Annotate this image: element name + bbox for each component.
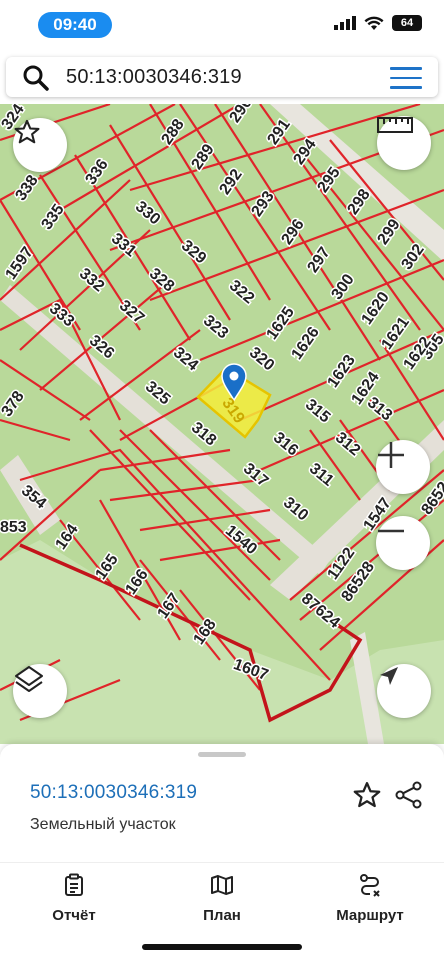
star-icon [14,119,40,144]
cadastral-map[interactable]: 324 338 336 335 1597 288 290 291 289 294 292 295 330… [0,104,444,744]
status-time: 09:40 [38,12,112,38]
minus-icon [378,529,404,533]
card-subtitle: Земельный участок [30,816,176,833]
search-input[interactable]: 50:13:0030346:319 [66,66,242,89]
battery-icon: 64 [392,15,422,31]
star-icon[interactable] [352,780,382,810]
share-icon[interactable] [394,780,424,810]
status-icons: 64 [334,15,422,31]
tab-label: План [203,907,241,924]
navigation-arrow-icon [380,667,398,685]
tab-route[interactable]: Маршрут [330,873,410,924]
report-icon [65,873,83,896]
map-canvas[interactable]: 3243383363351597288290291289 294292 295330… [0,104,444,744]
zoom-out-button[interactable] [376,516,430,570]
layers-icon [15,666,43,692]
plus-icon [378,442,404,468]
tab-plan[interactable]: План [192,873,252,924]
layers-button[interactable] [13,664,67,718]
tab-report[interactable]: Отчёт [44,873,104,924]
signal-icon [334,16,356,30]
search-bar[interactable]: 50:13:0030346:319 [6,57,438,97]
sheet-handle[interactable] [198,752,246,757]
ruler-button[interactable] [377,116,431,170]
search-icon[interactable] [22,64,50,92]
home-indicator [142,944,302,950]
parcel-card[interactable]: 50:13:0030346:319 Земельный участок [0,744,444,862]
status-bar: 09:40 64 [0,0,444,52]
screen: 09:40 64 50:13:0030346:319 324 338 336 3… [0,0,444,960]
my-location-button[interactable] [377,664,431,718]
zoom-in-button[interactable] [376,440,430,494]
favorite-button[interactable] [13,118,67,172]
route-icon [360,874,380,897]
card-title: 50:13:0030346:319 [30,782,198,803]
menu-icon[interactable] [390,67,422,89]
wifi-icon [364,16,384,30]
map-icon [211,875,233,895]
parcel-label: 853 [0,519,27,536]
tab-label: Маршрут [336,907,404,924]
ruler-icon [377,117,413,133]
tab-label: Отчёт [52,907,96,924]
